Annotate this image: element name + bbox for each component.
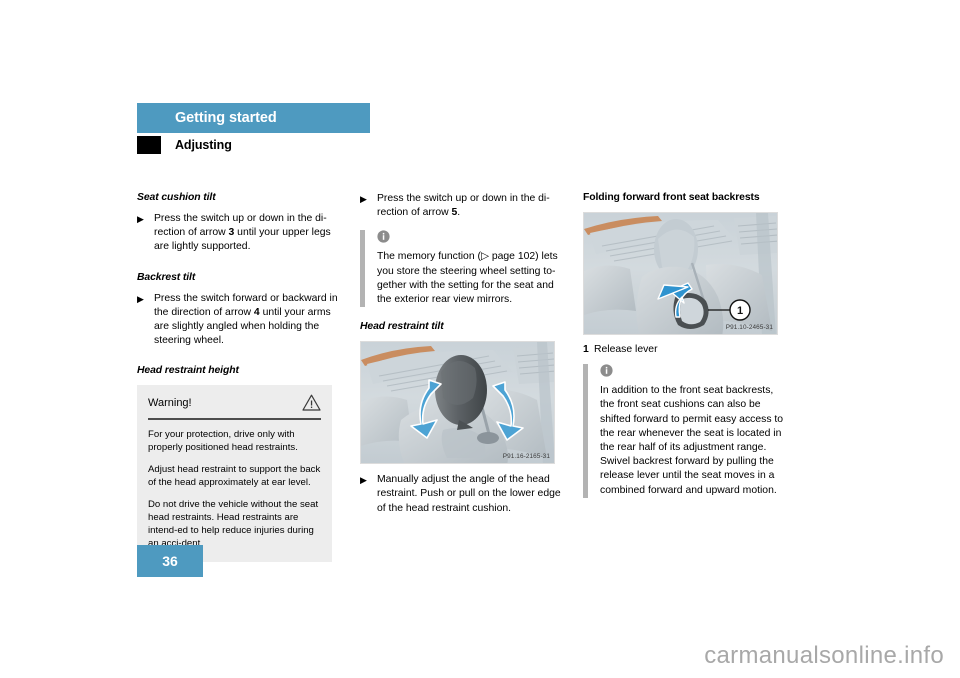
section-marker-square: [137, 136, 161, 154]
content-columns: Seat cushion tilt ▶ Press the switch up …: [137, 192, 785, 563]
note-body: The memory function (▷ page 102) lets yo…: [365, 230, 561, 307]
bullet-backrest-tilt: ▶ Press the switch forward or backward i…: [137, 292, 338, 349]
left-column: Seat cushion tilt ▶ Press the switch up …: [137, 192, 338, 563]
triangle-bullet-icon: ▶: [360, 475, 367, 486]
chapter-header-bar: Getting started: [137, 103, 370, 133]
right-column: Folding forward front seat backrests 1 P…: [583, 192, 784, 562]
warning-triangle-icon: [302, 394, 321, 412]
heading-head-restraint-tilt: Head restraint tilt: [360, 321, 444, 333]
bullet-text: Press the switch up or down in the di-re…: [377, 192, 561, 220]
section-title: Adjusting: [175, 138, 232, 152]
warning-paragraph: Adjust head restraint to support the bac…: [148, 464, 321, 489]
info-note-seat-cushions: In addition to the front seat backrests,…: [583, 364, 784, 498]
site-watermark: carmanualsonline.info: [704, 642, 944, 669]
heading-backrest-tilt: Backrest tilt: [137, 271, 196, 283]
heading-seat-cushion-tilt: Seat cushion tilt: [137, 192, 216, 203]
chapter-title: Getting started: [175, 110, 277, 126]
warning-header: Warning!: [148, 394, 321, 418]
warning-title: Warning!: [148, 396, 192, 409]
figure-caption: P91.10-2465-31: [725, 324, 773, 331]
figure-release-lever: 1 P91.10-2465-31: [583, 212, 778, 335]
figure-caption: P91.16-2165-31: [502, 453, 550, 461]
bullet-text-pre: Press the switch up or down in the di-re…: [377, 193, 550, 219]
warning-box: Warning! For your protection, drive only…: [137, 385, 332, 563]
bullet-steering-wheel-switch: ▶ Press the switch up or down in the di-…: [360, 192, 561, 220]
legend-label: Release lever: [594, 344, 658, 355]
bullet-manual-adjust: ▶ Manually adjust the angle of the head …: [360, 473, 561, 516]
info-note-memory-function: The memory function (▷ page 102) lets yo…: [360, 230, 561, 308]
warning-paragraph: For your protection, drive only with pro…: [148, 429, 298, 454]
warning-divider: [148, 418, 321, 421]
warning-paragraph: Do not drive the vehicle without the sea…: [148, 499, 319, 550]
info-icon: [600, 364, 784, 382]
legend-number: 1: [583, 344, 589, 355]
legend-item-release-lever: 1 Release lever: [583, 343, 784, 357]
bullet-text: Manually adjust the angle of the head re…: [377, 474, 561, 514]
heading-folding-forward-backrests: Folding forward front seat backrests: [583, 192, 760, 203]
middle-column: ▶ Press the switch up or down in the di-…: [360, 192, 561, 562]
note-text: In addition to the front seat backrests,…: [600, 385, 784, 496]
triangle-bullet-icon: ▶: [137, 214, 144, 224]
heading-head-restraint-height: Head restraint height: [137, 365, 239, 377]
info-icon: [377, 230, 561, 248]
triangle-bullet-icon: ▶: [360, 194, 367, 204]
bullet-text: Press the switch up or down in the di-re…: [154, 212, 338, 255]
bullet-text-post: .: [457, 207, 461, 219]
bullet-seat-cushion-tilt: ▶ Press the switch up or down in the di-…: [137, 212, 338, 255]
note-body: In addition to the front seat backrests,…: [588, 364, 784, 498]
figure-head-restraint-tilt: P91.16-2165-31: [360, 341, 555, 465]
page-number-badge: 36: [137, 545, 203, 577]
figure-callout-number: 1: [737, 305, 743, 317]
triangle-bullet-icon: ▶: [137, 293, 144, 304]
manual-page: Getting started Adjusting Seat cushion t…: [137, 103, 785, 563]
section-header-row: Adjusting: [137, 134, 785, 156]
note-text: The memory function (▷ page 102) lets yo…: [377, 251, 558, 306]
bullet-text: Press the switch forward or backward in …: [154, 292, 338, 349]
